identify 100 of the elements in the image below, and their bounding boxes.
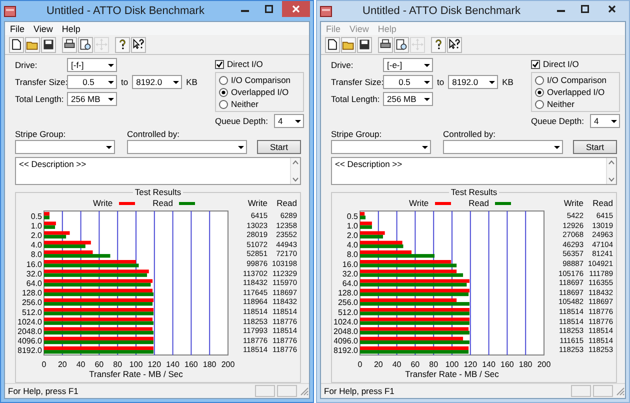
toolbar-button[interactable] [341,36,356,52]
axis-label: 8192.0 [18,346,42,356]
tick-label: 80 [113,360,122,369]
dropdown[interactable]: 4 [274,114,304,128]
toolbar-button[interactable] [9,36,24,52]
menu-item[interactable]: File [10,24,25,34]
dropdown[interactable]: 256 MB [383,92,433,106]
axis-label: 2.0 [30,231,42,240]
radio-button[interactable] [535,76,544,84]
dropdown[interactable]: 0.5 [383,75,433,89]
axis-label: 512.0 [22,308,42,317]
tick-label: 140 [482,360,496,369]
scroll-up-icon [607,158,616,166]
tick-label: 100 [129,360,143,369]
dropdown[interactable] [15,140,115,154]
scroll-up-icon [291,158,300,166]
start-button[interactable]: Start [257,140,301,154]
tick-label: 100 [445,360,459,369]
axis-label: 0.5 [346,212,358,221]
toolbar-button[interactable] [131,36,146,52]
dropdown[interactable] [331,140,431,154]
legend-label: Write [92,198,113,208]
new-file-icon [10,37,23,52]
scrollbar[interactable] [606,158,616,184]
read-bar [44,254,110,258]
dropdown[interactable]: 0.5 [67,75,117,89]
radio-button[interactable] [219,76,228,84]
column-header: Read [592,198,613,208]
axis-label: 1.0 [30,221,42,230]
radio-button[interactable] [535,100,544,108]
radio-button[interactable] [535,88,544,96]
scrollbar[interactable] [290,158,300,184]
window-title: Untitled - ATTO Disk Benchmark [362,5,522,17]
write-bar [360,250,412,254]
close-icon [608,5,616,13]
dropdown[interactable] [443,140,563,154]
description-field[interactable]: << Description >> [331,157,617,185]
write-bar [44,231,70,235]
menu-item[interactable]: View [34,24,53,34]
start-button[interactable]: Start [573,140,617,154]
window-title: Untitled - ATTO Disk Benchmark [46,5,206,17]
legend-label: Read [152,198,173,208]
radio-label: I/O Comparison [547,75,607,85]
radio-button[interactable] [219,88,228,96]
dropdown[interactable]: 8192.0 [132,75,182,89]
toolbar-button[interactable] [325,36,340,52]
toolbar-button[interactable] [62,36,77,52]
axis-label: 8.0 [346,250,358,260]
close-icon [292,5,300,13]
radio-label: Overlapped I/O [231,87,289,97]
radio-button[interactable] [219,100,228,108]
dropdown[interactable]: [-e-] [383,58,433,72]
write-bar [360,212,365,216]
resize-grip-icon [615,386,625,396]
axis-title: Transfer Rate - MB / Sec [89,369,183,379]
menu-item[interactable]: Help [62,24,80,34]
write-bar [360,240,402,244]
read-bar [44,225,56,229]
tick-label: 180 [518,360,532,369]
unit-label: KB [186,77,198,87]
scroll-down-icon [607,176,616,184]
checkbox[interactable] [531,60,540,68]
dropdown[interactable]: [-f-] [67,58,117,72]
toolbar-button[interactable] [447,36,462,52]
status-text: For Help, press F1 [324,386,396,396]
read-bar [360,244,404,248]
tick-label: 40 [392,360,402,369]
group-title: Test Results [134,187,182,197]
axis-label: 8192.0 [334,346,358,356]
tick-label: 20 [58,360,67,369]
read-bar [360,216,366,220]
read-bar [44,216,50,220]
checkbox[interactable] [215,60,224,68]
description-field[interactable]: << Description >> [15,157,301,185]
toolbar-button[interactable] [394,36,409,52]
column-header: Write [246,198,268,208]
write-bar [44,222,56,226]
field-label: Controlled by: [127,129,180,139]
axis-label: 2048.0 [18,327,42,336]
toolbar-button[interactable] [78,36,93,52]
dropdown[interactable]: 4 [590,114,620,128]
axis-label: 64.0 [342,279,358,288]
status-pane [255,385,275,397]
toolbar-button[interactable] [378,36,393,52]
toolbar-button[interactable] [25,36,40,52]
dropdown[interactable]: 256 MB [67,92,117,106]
tick-label: 120 [148,360,162,369]
field-label: Total Length: [15,94,63,104]
dropdown[interactable] [127,140,247,154]
save-icon [358,37,371,52]
toolbar-button[interactable] [41,36,56,52]
legend-label: Write [408,198,429,208]
toolbar-button[interactable] [357,36,372,52]
status-pane [277,385,297,397]
context-help-icon [132,37,145,52]
dropdown[interactable]: 8192.0 [448,75,498,89]
tick-label: 40 [76,360,86,369]
radio-label: Neither [547,99,574,109]
toolbar-button[interactable] [431,36,446,52]
toolbar-button[interactable] [115,36,130,52]
